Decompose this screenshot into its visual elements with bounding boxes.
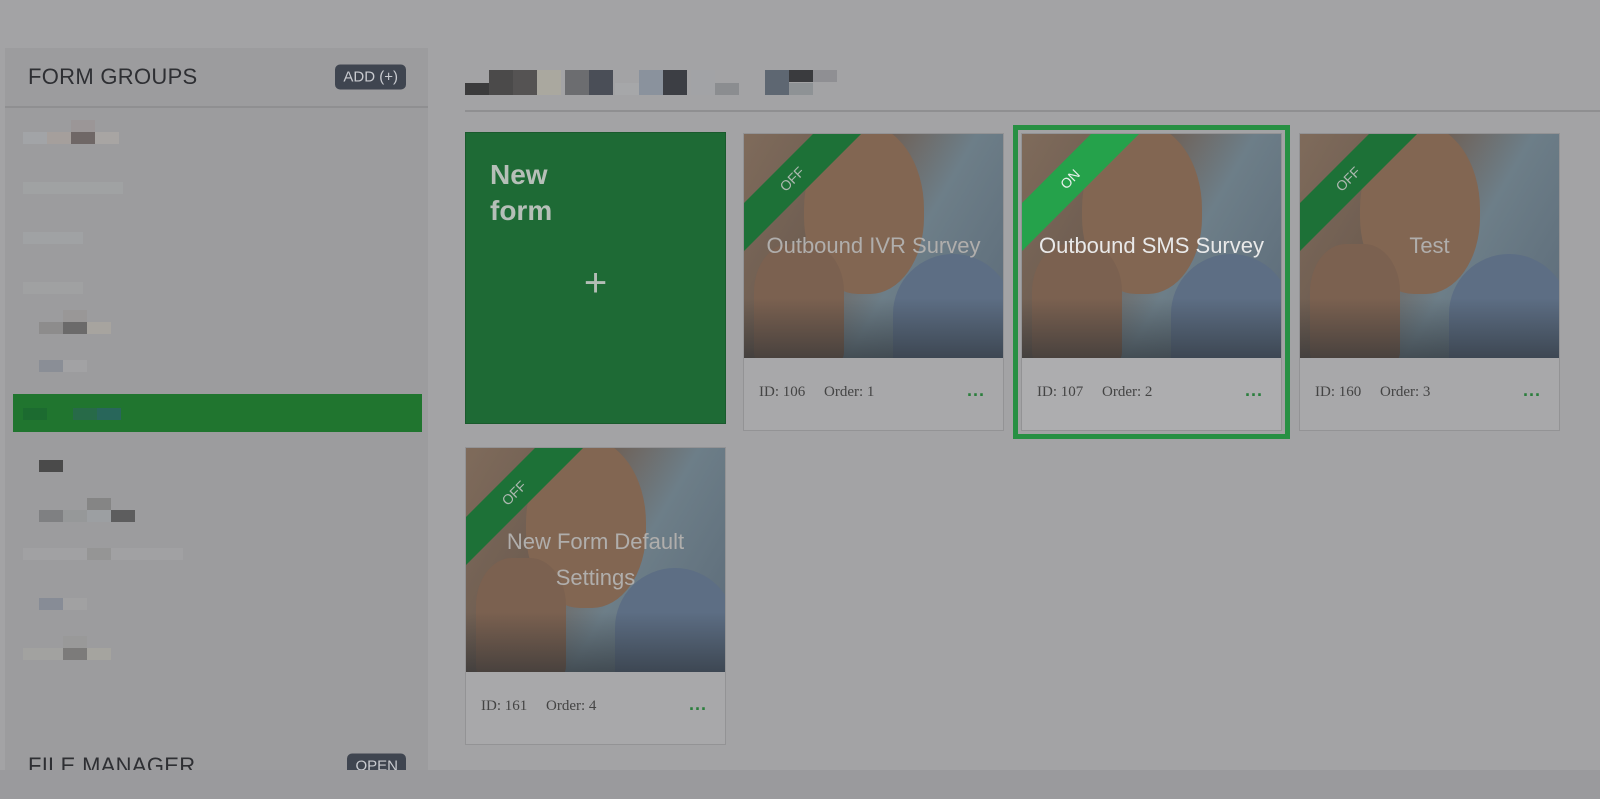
form-group-item-selected[interactable] [13, 394, 422, 432]
form-order: Order: 3 [1380, 384, 1431, 400]
plus-icon: + [583, 261, 608, 305]
more-options-icon[interactable]: ... [967, 380, 985, 401]
more-options-icon[interactable]: ... [689, 694, 707, 715]
form-groups-header: FORM GROUPS ADD (+) [5, 48, 428, 108]
form-group-item[interactable] [13, 634, 422, 672]
form-title: Outbound SMS Survey [1038, 233, 1264, 258]
new-form-card[interactable]: New form + [465, 132, 726, 424]
form-group-item[interactable] [13, 220, 422, 258]
form-thumbnail: OFF Outbound IVR Survey [744, 134, 1003, 358]
form-meta: ID: 160 Order: 3 ... [1300, 358, 1559, 430]
form-group-item[interactable] [13, 446, 422, 484]
form-thumbnail: OFF New Form Default Settings [466, 448, 725, 672]
form-order: Order: 4 [546, 698, 597, 714]
form-meta: ID: 161 Order: 4 ... [466, 672, 725, 744]
form-meta: ID: 106 Order: 1 ... [744, 358, 1003, 430]
group-title [465, 70, 845, 95]
form-group-item[interactable] [13, 534, 422, 572]
form-thumbnail: ON Outbound SMS Survey [1022, 134, 1281, 358]
more-options-icon[interactable]: ... [1523, 380, 1541, 401]
form-id: ID: 161 [481, 698, 528, 714]
form-group-item[interactable] [13, 346, 422, 384]
form-meta: ID: 107 Order: 2 ... [1022, 358, 1281, 430]
form-id: ID: 106 [759, 384, 806, 400]
form-card[interactable]: OFF New Form Default Settings ID: 161 Or… [465, 447, 726, 745]
form-card[interactable]: OFF Test ID: 160 Order: 3 ... [1299, 133, 1560, 431]
form-title: Test [1409, 233, 1450, 258]
form-title: New Form Default Settings [506, 529, 685, 590]
more-options-icon[interactable]: ... [1245, 380, 1263, 401]
bottom-strip [0, 770, 1600, 799]
form-id: ID: 160 [1315, 384, 1362, 400]
form-card-active[interactable]: ON Outbound SMS Survey ID: 107 Order: 2 … [1013, 125, 1290, 439]
add-form-group-button[interactable]: ADD (+) [335, 64, 406, 90]
form-order: Order: 2 [1102, 384, 1153, 400]
sidebar: FORM GROUPS ADD (+) FILE MANAGER OPEN [5, 48, 428, 797]
form-id: ID: 107 [1037, 384, 1084, 400]
form-order: Order: 1 [824, 384, 875, 400]
form-group-item[interactable] [13, 120, 422, 158]
form-group-item[interactable] [13, 270, 422, 308]
form-group-item[interactable] [13, 584, 422, 622]
form-card[interactable]: OFF Outbound IVR Survey ID: 106 Order: 1… [743, 133, 1004, 431]
form-group-item[interactable] [13, 170, 422, 208]
form-thumbnail: OFF Test [1300, 134, 1559, 358]
form-group-item[interactable] [13, 496, 422, 534]
form-group-item[interactable] [13, 308, 422, 346]
form-group-list [5, 110, 428, 730]
form-title: Outbound IVR Survey [766, 233, 981, 258]
group-title-header [465, 48, 1600, 112]
form-groups-title: FORM GROUPS [28, 64, 198, 89]
new-form-label: New form [490, 159, 553, 226]
